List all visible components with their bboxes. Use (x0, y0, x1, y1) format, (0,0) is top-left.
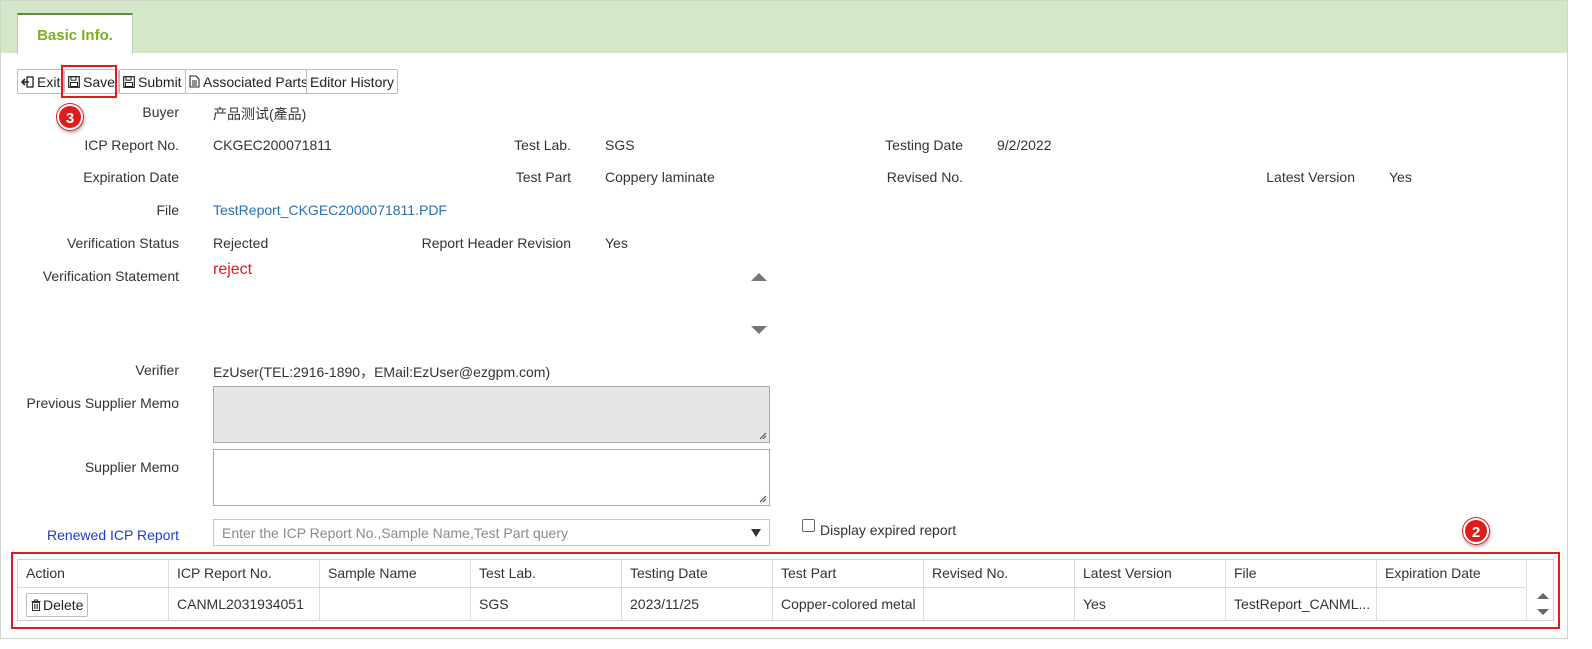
latest-version-label: Latest Version (1266, 169, 1355, 185)
supplier-memo-label: Supplier Memo (84, 459, 179, 475)
associated-reports-table: Action ICP Report No. Sample Name Test L… (17, 559, 1554, 621)
file-link[interactable]: TestReport_CKGEC2000071811.PDF (213, 202, 447, 218)
trash-icon (31, 599, 41, 611)
previous-supplier-memo-label: Previous Supplier Memo (26, 395, 179, 411)
buyer-label: Buyer (142, 104, 179, 120)
icp-report-no-value: CKGEC200071811 (213, 137, 332, 153)
test-part-value: Coppery laminate (605, 169, 715, 185)
delete-label: Delete (43, 597, 84, 613)
renewed-icp-report-combo[interactable]: Enter the ICP Report No.,Sample Name,Tes… (213, 519, 770, 546)
test-lab-value: SGS (605, 137, 635, 153)
tab-basic-info-label: Basic Info. (37, 27, 113, 44)
resize-grip-icon[interactable] (757, 430, 767, 440)
chevron-down-icon[interactable] (751, 529, 761, 537)
cell-test-part: Copper-colored metal (773, 588, 924, 621)
verification-statement-label: Verification Statement (42, 268, 179, 284)
file-label: File (156, 202, 179, 218)
tab-basic-info[interactable]: Basic Info. (17, 13, 133, 54)
exit-label: Exit (37, 73, 61, 90)
cell-revised-no (924, 588, 1075, 621)
cell-testing-date: 2023/11/25 (622, 588, 773, 621)
resize-grip-icon[interactable] (757, 493, 767, 503)
column-header-expiration-date[interactable]: Expiration Date (1377, 560, 1527, 587)
cell-latest-version: Yes (1075, 588, 1226, 621)
verification-status-value: Rejected (213, 235, 269, 251)
latest-version-value: Yes (1389, 169, 1412, 185)
report-header-revision-label: Report Header Revision (421, 235, 571, 251)
tab-bar: Basic Info. (1, 1, 1567, 54)
expiration-date-label: Expiration Date (83, 169, 179, 185)
column-header-test-lab[interactable]: Test Lab. (471, 560, 622, 587)
cell-expiration-date (1377, 588, 1527, 621)
cell-icp-report-no-link[interactable]: CANML2031934051 (169, 588, 320, 621)
column-header-action: Action (18, 560, 169, 587)
verification-status-label: Verification Status (66, 235, 179, 251)
display-expired-checkbox[interactable] (802, 519, 815, 532)
associated-parts-label: Associated Parts (203, 73, 309, 90)
document-icon (189, 75, 200, 88)
icp-report-no-label: ICP Report No. (84, 137, 179, 153)
grid-scroll-down-icon[interactable] (1537, 608, 1549, 616)
cell-test-lab: SGS (471, 588, 622, 621)
column-header-latest-version[interactable]: Latest Version (1075, 560, 1226, 587)
column-header-test-part[interactable]: Test Part (773, 560, 924, 587)
verifier-label: Verifier (135, 362, 179, 378)
column-header-revised-no[interactable]: Revised No. (924, 560, 1075, 587)
grid-scroll-up-icon[interactable] (1537, 592, 1549, 600)
submit-label: Submit (138, 73, 182, 90)
exit-icon (21, 75, 34, 88)
cell-sample-name (320, 588, 471, 621)
save-highlight-box (61, 65, 117, 98)
previous-supplier-memo-field (213, 386, 770, 443)
editor-history-button[interactable]: Editor History (306, 69, 399, 94)
verifier-value: EzUser(TEL:2916-1890，EMail:EzUser@ezgpm.… (213, 364, 551, 380)
associated-parts-button[interactable]: Associated Parts (185, 69, 313, 94)
exit-button[interactable]: Exit (17, 69, 65, 94)
test-part-label: Test Part (515, 169, 571, 185)
supplier-memo-field[interactable] (213, 449, 770, 506)
column-header-testing-date[interactable]: Testing Date (622, 560, 773, 587)
delete-button[interactable]: Delete (26, 593, 89, 617)
renewed-icp-report-label[interactable]: Renewed ICP Report (47, 527, 179, 543)
submit-button[interactable]: Submit (119, 69, 186, 94)
buyer-value: 产品测试(產品) (213, 106, 307, 122)
scroll-down-icon[interactable] (751, 325, 767, 335)
step-badge-3: 3 (57, 104, 83, 130)
column-header-icp-report-no[interactable]: ICP Report No. (169, 560, 320, 587)
testing-date-value: 9/2/2022 (997, 137, 1052, 153)
column-header-sample-name[interactable]: Sample Name (320, 560, 471, 587)
display-expired-label: Display expired report (820, 522, 957, 538)
submit-icon (123, 75, 135, 88)
scroll-up-icon[interactable] (751, 272, 767, 282)
column-header-file[interactable]: File (1226, 560, 1377, 587)
testing-date-label: Testing Date (885, 137, 963, 153)
cell-file-link[interactable]: TestReport_CANML... (1226, 588, 1377, 621)
editor-history-label: Editor History (310, 73, 395, 90)
test-lab-label: Test Lab. (514, 137, 571, 153)
renewed-icp-report-placeholder: Enter the ICP Report No.,Sample Name,Tes… (222, 525, 569, 541)
step-badge-2: 2 (1463, 518, 1489, 544)
revised-no-label: Revised No. (886, 169, 963, 185)
verification-statement-value: reject (213, 261, 253, 278)
page-frame: Basic Info. Exit Save Submit Associated … (0, 0, 1568, 639)
report-header-revision-value: Yes (605, 235, 628, 251)
